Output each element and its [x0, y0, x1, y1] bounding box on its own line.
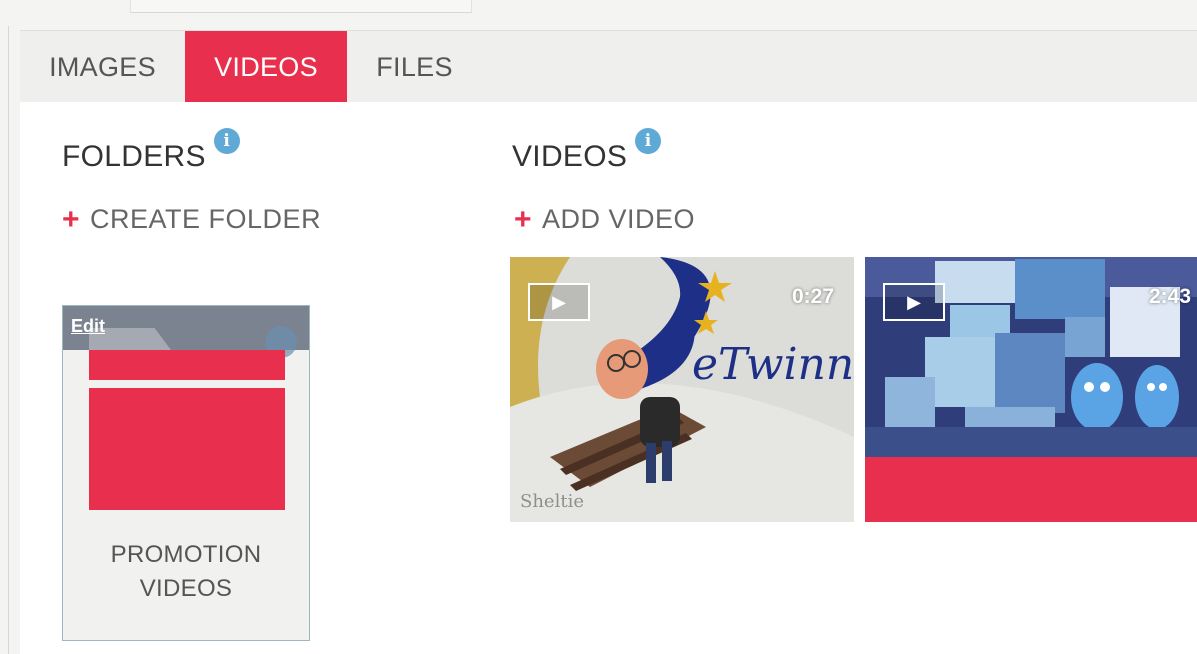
video-thumbnail[interactable]: ▶ 2:43: [865, 257, 1197, 522]
videos-title: VIDEOS: [512, 140, 628, 173]
tab-videos[interactable]: VIDEOS: [185, 31, 347, 103]
folder-name-line1: PROMOTION: [110, 541, 262, 568]
folder-icon-body: [89, 388, 285, 510]
play-icon[interactable]: ▶: [883, 283, 945, 321]
add-video-button[interactable]: + ADD VIDEO: [514, 204, 695, 235]
info-icon[interactable]: i: [213, 128, 240, 154]
tab-images[interactable]: IMAGES: [20, 31, 185, 103]
tab-files[interactable]: FILES: [347, 31, 482, 103]
plus-icon: +: [514, 202, 533, 236]
svg-text:Sheltie: Sheltie: [520, 491, 584, 512]
folders-title: FOLDERS: [62, 140, 206, 173]
folder-icon-top: [89, 350, 285, 380]
folder-edit-link[interactable]: Edit: [71, 316, 105, 337]
page-edge: [8, 26, 9, 654]
video-duration: 2:43: [1148, 285, 1191, 308]
media-tabs: IMAGES VIDEOS FILES: [20, 30, 1197, 103]
video-thumbnail[interactable]: eTwinn Sheltie ▶ 0:27: [510, 257, 854, 522]
add-video-label: ADD VIDEO: [542, 204, 696, 234]
play-icon[interactable]: ▶: [528, 283, 590, 321]
media-panel: FOLDERS i + CREATE FOLDER VIDEOS i + ADD…: [20, 102, 1197, 654]
search-bar-remnant: [130, 0, 472, 13]
info-icon[interactable]: i: [635, 128, 662, 154]
create-folder-label: CREATE FOLDER: [90, 204, 322, 234]
folder-name-line2: VIDEOS: [139, 575, 233, 602]
video-duration: 0:27: [791, 285, 834, 308]
folder-card[interactable]: Edit PROMOTION VIDEOS: [62, 305, 310, 641]
videos-heading: VIDEOS i: [512, 128, 662, 174]
plus-icon: +: [62, 202, 81, 236]
thumbnail-logo-text: eTwinn: [692, 339, 854, 390]
folder-name: PROMOTION VIDEOS: [63, 538, 309, 606]
folders-heading: FOLDERS i: [62, 128, 240, 174]
create-folder-button[interactable]: + CREATE FOLDER: [62, 204, 321, 235]
